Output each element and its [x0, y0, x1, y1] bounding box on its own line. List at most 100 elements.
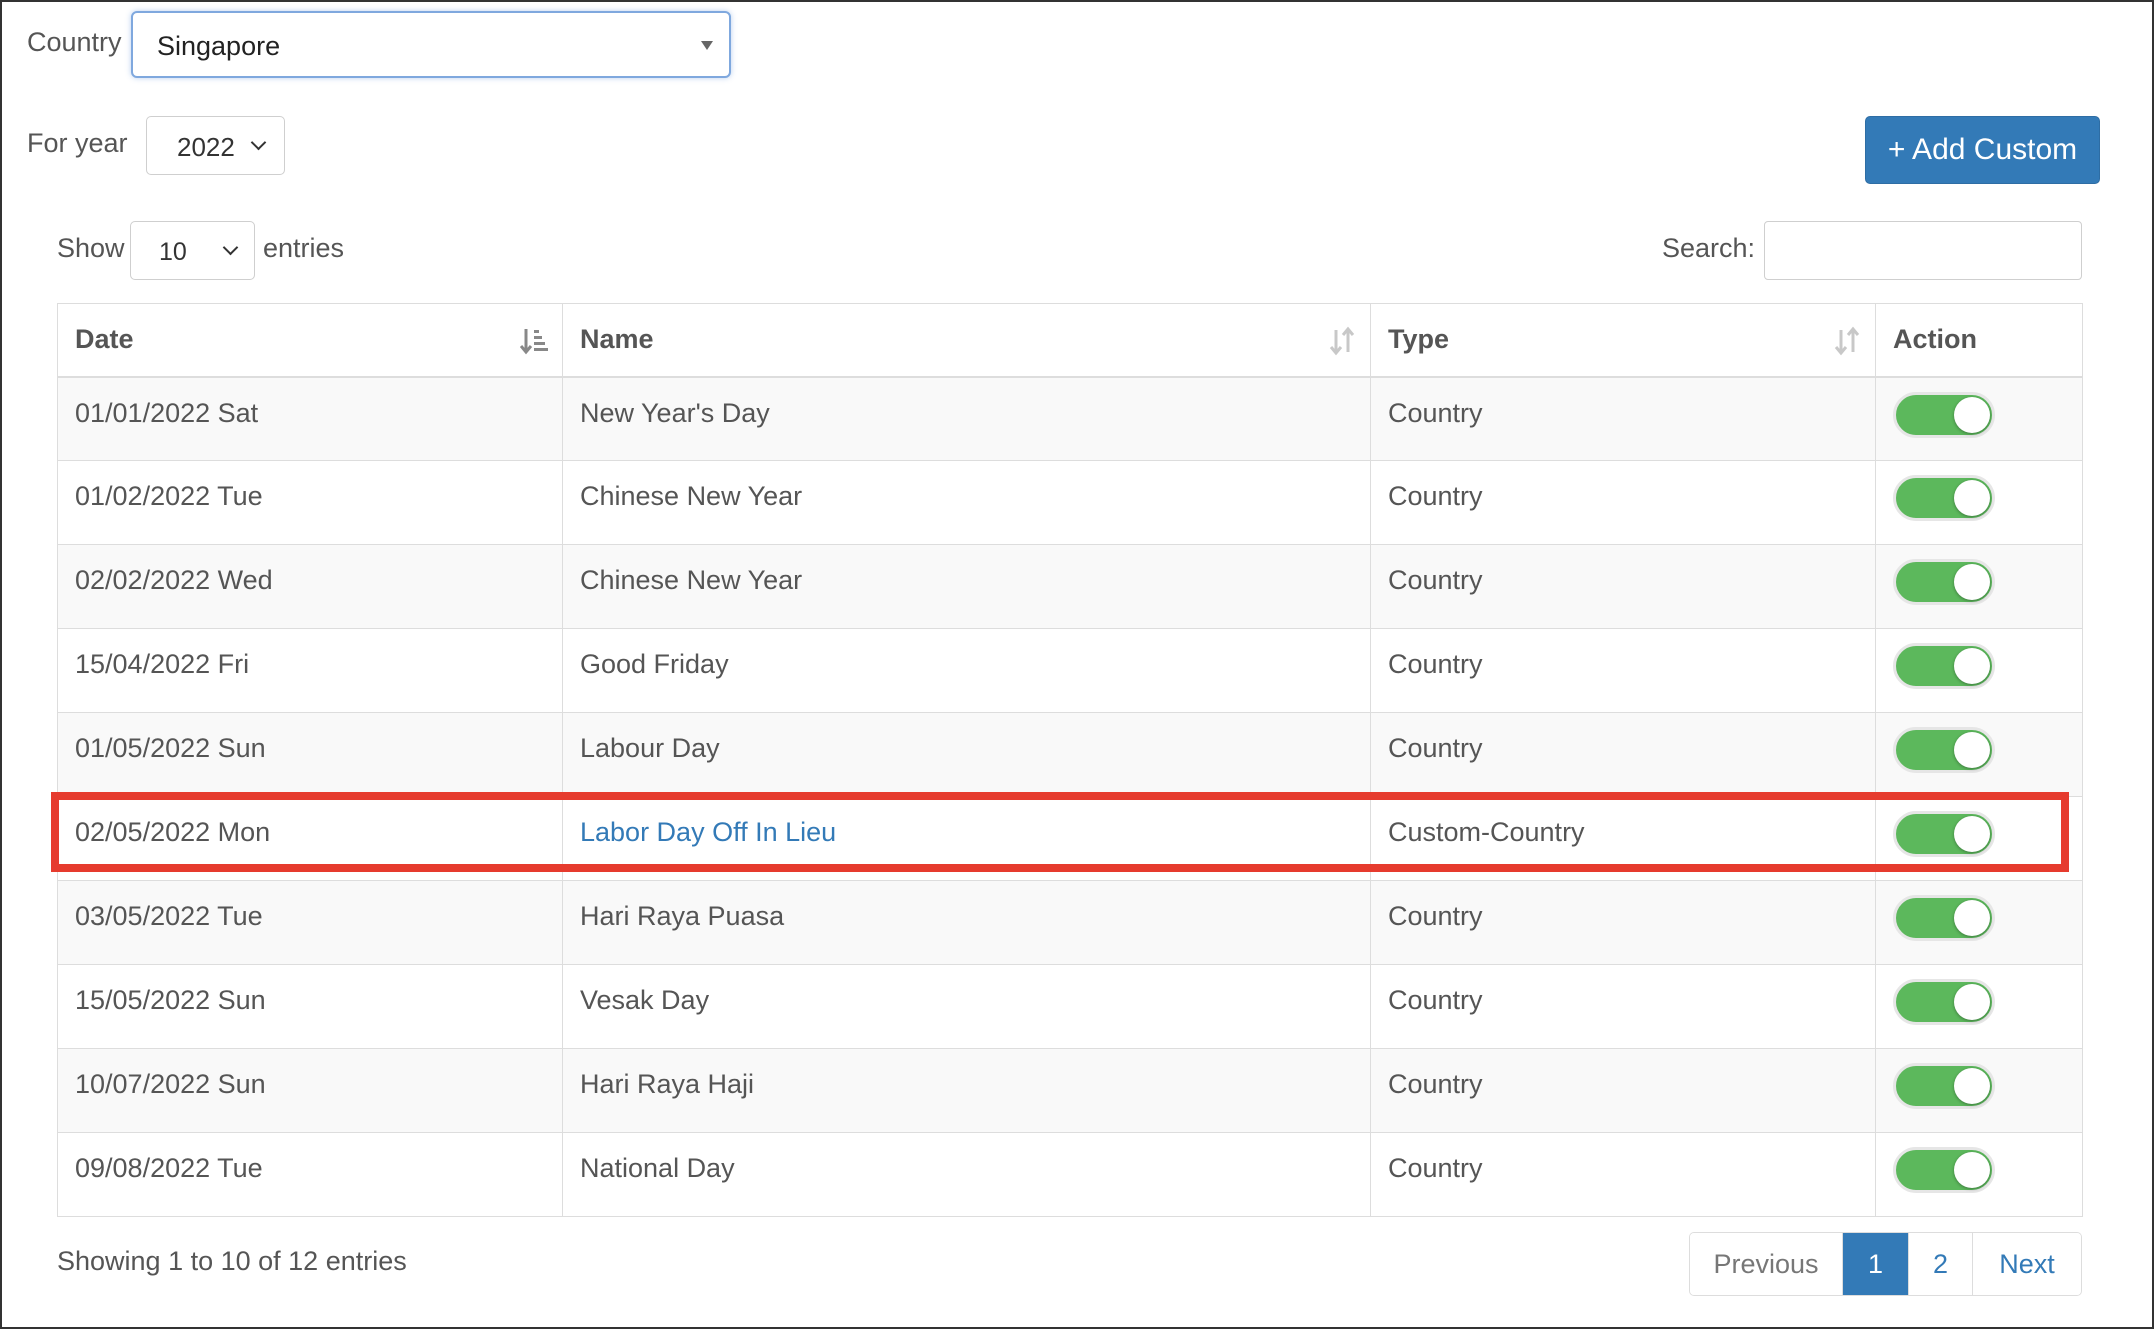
- table-header-row: Date Name Type Action: [57, 303, 2083, 378]
- page-length-select[interactable]: 10: [130, 221, 255, 280]
- column-header-date[interactable]: Date: [57, 303, 563, 378]
- toggle-knob: [1954, 732, 1990, 768]
- table-row: 15/04/2022 Fri Good Friday Country: [57, 628, 2083, 713]
- cell-action: [1875, 460, 2083, 545]
- cell-type: Custom-Country: [1370, 796, 1876, 881]
- country-select[interactable]: Singapore: [131, 11, 731, 78]
- cell-type: Country: [1370, 376, 1876, 461]
- cell-action: [1875, 1132, 2083, 1217]
- enable-toggle[interactable]: [1893, 895, 1995, 941]
- pagination-previous-button[interactable]: Previous: [1690, 1233, 1842, 1295]
- column-header-label: Action: [1893, 324, 1977, 355]
- toggle-knob: [1954, 648, 1990, 684]
- enable-toggle[interactable]: [1893, 1147, 1995, 1193]
- toggle-knob: [1954, 984, 1990, 1020]
- cell-date: 09/08/2022 Tue: [57, 1132, 563, 1217]
- cell-action: [1875, 628, 2083, 713]
- search-input[interactable]: [1764, 221, 2082, 280]
- table-row: 01/01/2022 Sat New Year's Day Country: [57, 376, 2083, 461]
- table-row: 09/08/2022 Tue National Day Country: [57, 1132, 2083, 1217]
- sort-ascending-icon: [520, 329, 548, 355]
- enable-toggle[interactable]: [1893, 811, 1995, 857]
- cell-type: Country: [1370, 1048, 1876, 1133]
- pagination: Previous 1 2 Next: [1689, 1232, 2082, 1296]
- toggle-knob: [1954, 816, 1990, 852]
- table-row: 10/07/2022 Sun Hari Raya Haji Country: [57, 1048, 2083, 1133]
- cell-name: Hari Raya Puasa: [562, 880, 1371, 965]
- toggle-knob: [1954, 396, 1990, 433]
- table-info: Showing 1 to 10 of 12 entries: [57, 1246, 407, 1276]
- table-row: 02/05/2022 Mon Labor Day Off In Lieu Cus…: [57, 796, 2083, 881]
- page-length-value: 10: [159, 238, 187, 266]
- table-row: 03/05/2022 Tue Hari Raya Puasa Country: [57, 880, 2083, 965]
- enable-toggle[interactable]: [1893, 727, 1995, 773]
- cell-date: 15/04/2022 Fri: [57, 628, 563, 713]
- cell-action: [1875, 712, 2083, 797]
- column-header-type[interactable]: Type: [1370, 303, 1876, 378]
- sort-both-icon: [1329, 326, 1355, 356]
- cell-action: [1875, 376, 2083, 461]
- table-row: 01/02/2022 Tue Chinese New Year Country: [57, 460, 2083, 545]
- cell-name: New Year's Day: [562, 376, 1371, 461]
- add-custom-button[interactable]: + Add Custom: [1865, 116, 2100, 184]
- pagination-next-button[interactable]: Next: [1972, 1233, 2081, 1295]
- chevron-down-icon: [222, 239, 239, 256]
- toggle-knob: [1954, 1152, 1990, 1188]
- cell-date: 02/05/2022 Mon: [57, 796, 563, 881]
- column-header-label: Name: [580, 324, 654, 355]
- enable-toggle[interactable]: [1893, 1063, 1995, 1109]
- cell-action: [1875, 796, 2083, 881]
- cell-date: 02/02/2022 Wed: [57, 544, 563, 629]
- show-label: Show: [57, 233, 125, 263]
- chevron-down-icon: [250, 134, 267, 151]
- year-select[interactable]: 2022: [146, 116, 285, 175]
- enable-toggle[interactable]: [1893, 979, 1995, 1025]
- cell-name: National Day: [562, 1132, 1371, 1217]
- cell-action: [1875, 1048, 2083, 1133]
- cell-date: 15/05/2022 Sun: [57, 964, 563, 1049]
- column-header-action: Action: [1875, 303, 2083, 378]
- cell-type: Country: [1370, 880, 1876, 965]
- cell-name: Chinese New Year: [562, 544, 1371, 629]
- cell-date: 03/05/2022 Tue: [57, 880, 563, 965]
- pagination-page-2[interactable]: 2: [1908, 1233, 1972, 1295]
- cell-date: 01/01/2022 Sat: [57, 376, 563, 461]
- enable-toggle[interactable]: [1893, 391, 1995, 438]
- cell-date: 01/02/2022 Tue: [57, 460, 563, 545]
- toggle-knob: [1954, 900, 1990, 936]
- country-label: Country: [27, 27, 122, 57]
- cell-action: [1875, 880, 2083, 965]
- table-row: 15/05/2022 Sun Vesak Day Country: [57, 964, 2083, 1049]
- cell-type: Country: [1370, 544, 1876, 629]
- cell-type: Country: [1370, 964, 1876, 1049]
- cell-date: 10/07/2022 Sun: [57, 1048, 563, 1133]
- cell-type: Country: [1370, 628, 1876, 713]
- cell-name: Hari Raya Haji: [562, 1048, 1371, 1133]
- cell-date: 01/05/2022 Sun: [57, 712, 563, 797]
- holidays-table: Date Name Type Action 01/01/2022 Sat New…: [57, 303, 2083, 1217]
- enable-toggle[interactable]: [1893, 559, 1995, 605]
- toggle-knob: [1954, 480, 1990, 516]
- enable-toggle[interactable]: [1893, 643, 1995, 689]
- sort-both-icon: [1834, 326, 1860, 356]
- search-label: Search:: [1662, 233, 1756, 263]
- cell-name: Labor Day Off In Lieu: [562, 796, 1371, 881]
- entries-label: entries: [263, 233, 345, 263]
- cell-type: Country: [1370, 460, 1876, 545]
- column-header-name[interactable]: Name: [562, 303, 1371, 378]
- column-header-label: Date: [75, 324, 134, 355]
- column-header-label: Type: [1388, 324, 1450, 355]
- table-row: 01/05/2022 Sun Labour Day Country: [57, 712, 2083, 797]
- table-row: 02/02/2022 Wed Chinese New Year Country: [57, 544, 2083, 629]
- cell-action: [1875, 544, 2083, 629]
- caret-down-icon: [701, 41, 713, 50]
- custom-holiday-link[interactable]: Labor Day Off In Lieu: [580, 817, 836, 847]
- cell-action: [1875, 964, 2083, 1049]
- enable-toggle[interactable]: [1893, 475, 1995, 521]
- year-select-value: 2022: [177, 132, 235, 162]
- cell-type: Country: [1370, 1132, 1876, 1217]
- toggle-knob: [1954, 1068, 1990, 1104]
- pagination-page-1[interactable]: 1: [1842, 1233, 1908, 1295]
- cell-name: Labour Day: [562, 712, 1371, 797]
- cell-type: Country: [1370, 712, 1876, 797]
